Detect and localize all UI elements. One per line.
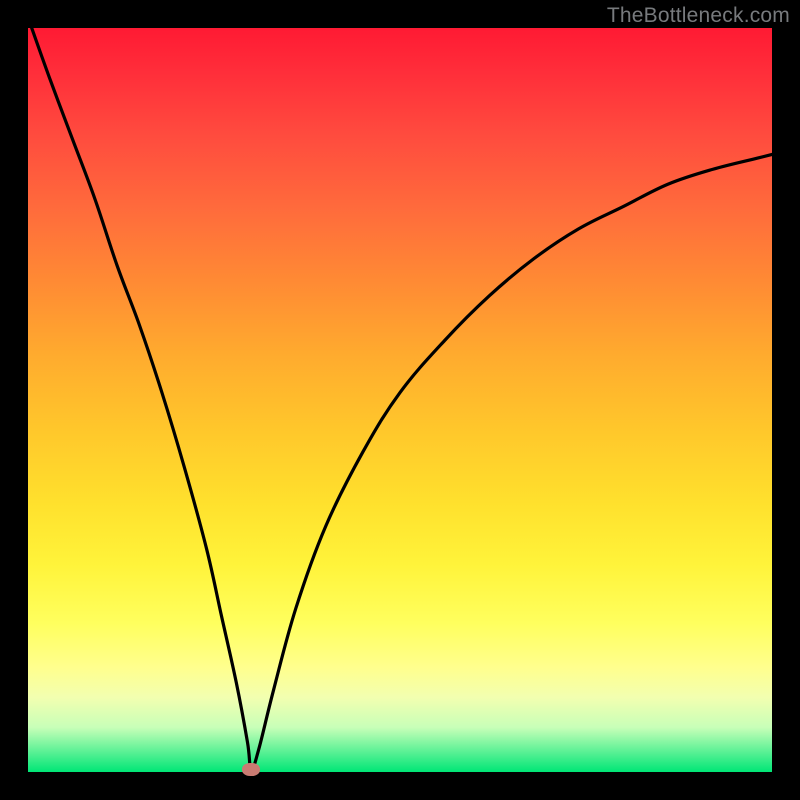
chart-svg xyxy=(28,28,772,772)
chart-frame xyxy=(28,28,772,772)
optimal-point-marker xyxy=(242,763,260,776)
watermark-text: TheBottleneck.com xyxy=(607,4,790,28)
bottleneck-curve xyxy=(32,28,772,770)
